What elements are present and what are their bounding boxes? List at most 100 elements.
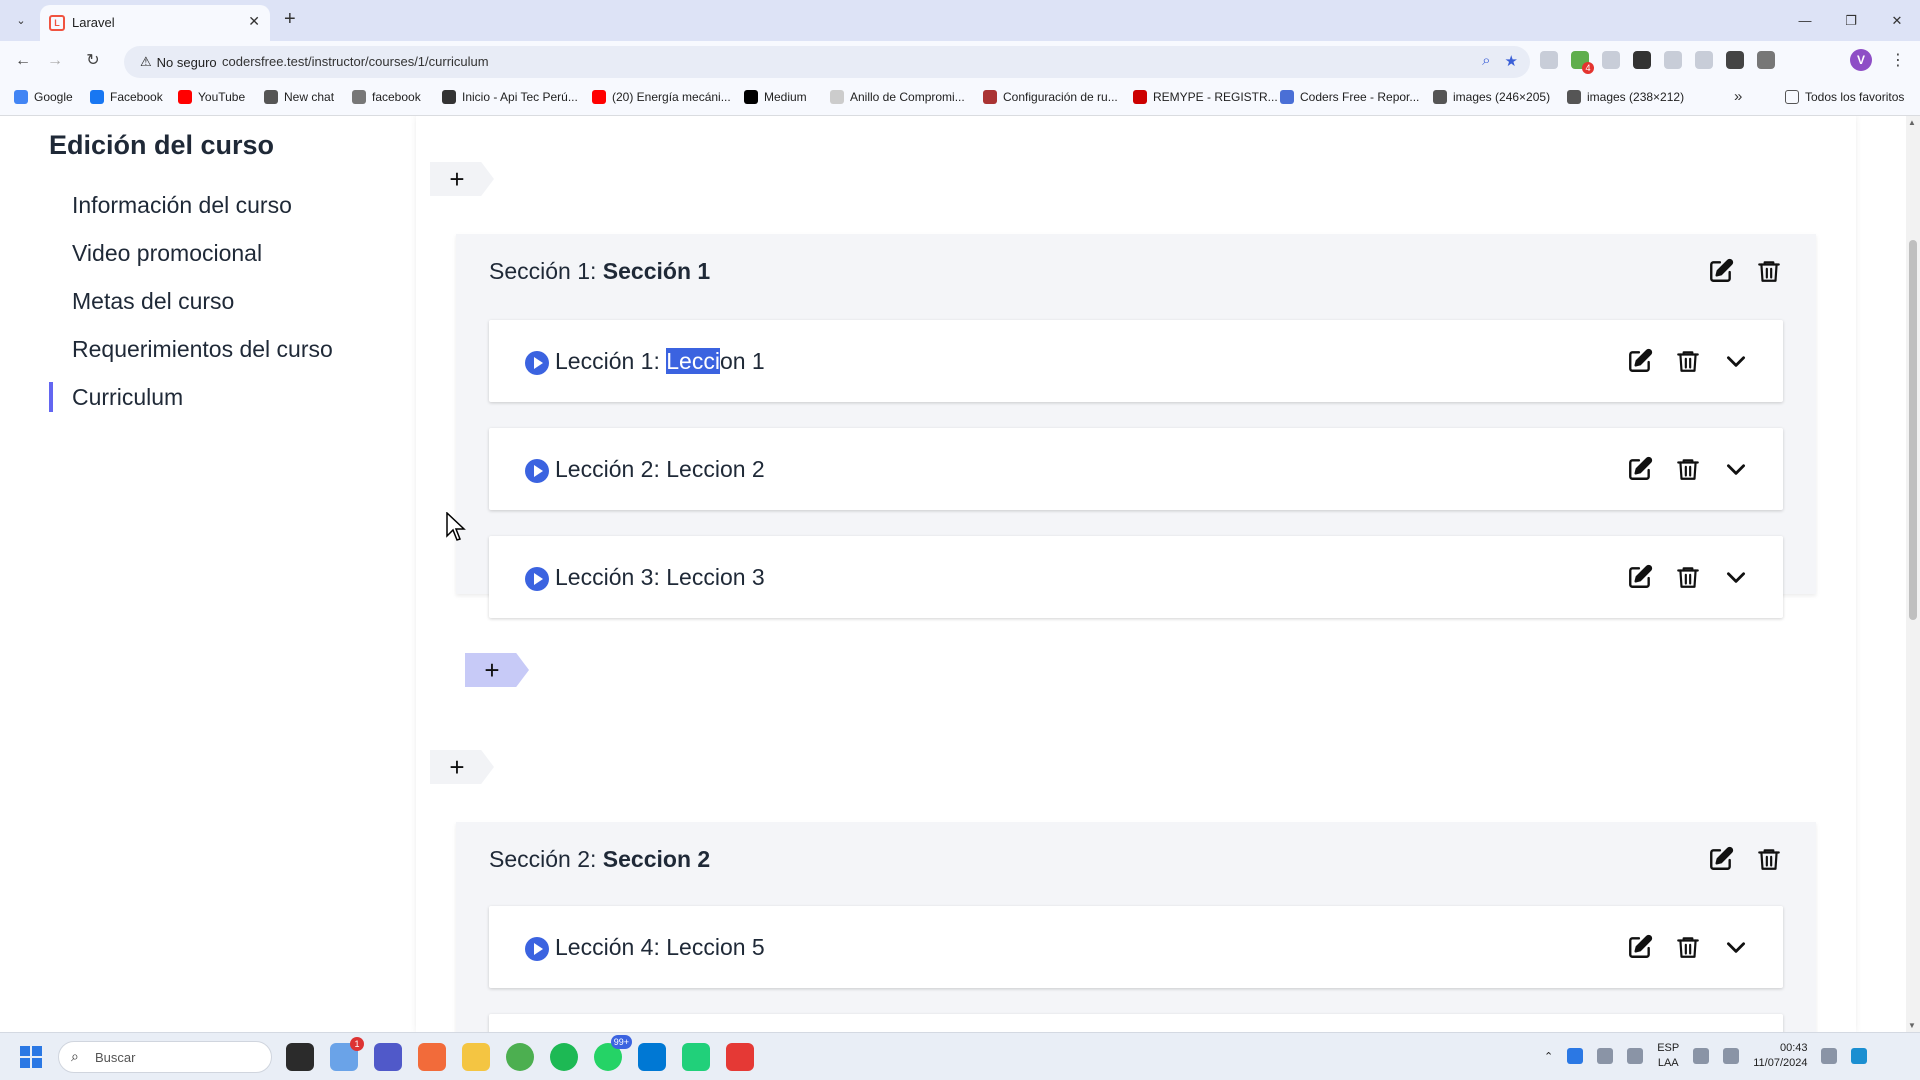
- close-window-icon[interactable]: ✕: [1874, 0, 1920, 41]
- bookmark-item[interactable]: Configuración de ru...: [983, 90, 1118, 104]
- sync-icon[interactable]: [1597, 1048, 1614, 1064]
- bookmark-item[interactable]: Inicio - Api Tec Perú...: [442, 90, 578, 104]
- bookmark-star-icon[interactable]: ★: [1505, 52, 1518, 70]
- eyedropper-icon[interactable]: [1633, 51, 1651, 69]
- notification-center-icon[interactable]: [1821, 1048, 1838, 1064]
- bookmark-item[interactable]: New chat: [264, 90, 334, 104]
- all-bookmarks[interactable]: Todos los favoritos: [1785, 90, 1904, 104]
- bookmark-item[interactable]: facebook: [352, 90, 421, 104]
- trash-icon[interactable]: [1675, 348, 1701, 374]
- bookmark-item[interactable]: Google: [14, 90, 73, 104]
- task-view-icon[interactable]: [286, 1043, 314, 1071]
- trash-icon[interactable]: [1675, 456, 1701, 482]
- bookmark-item[interactable]: YouTube: [178, 90, 245, 104]
- bookmark-item[interactable]: Medium: [744, 90, 807, 104]
- reload-icon[interactable]: ↻: [82, 50, 104, 72]
- vscode-icon[interactable]: [638, 1043, 666, 1071]
- sidebar-item-requerimientos-del-curso[interactable]: Requerimientos del curso: [49, 334, 379, 382]
- lesson-actions: [1627, 348, 1749, 374]
- section-card: Sección 1: Sección 1 Lección 1: Leccion …: [456, 234, 1816, 618]
- edit-icon[interactable]: [1627, 456, 1653, 482]
- language-indicator[interactable]: ESP LAA: [1657, 1041, 1679, 1071]
- bookmark-item[interactable]: (20) Energía mecáni...: [592, 90, 731, 104]
- tab-search-chevron-icon[interactable]: ⌄: [10, 10, 32, 32]
- trash-icon[interactable]: [1675, 564, 1701, 590]
- edit-icon[interactable]: [1627, 564, 1653, 590]
- chevron-down-icon[interactable]: [1723, 348, 1749, 374]
- minimize-icon[interactable]: —: [1782, 0, 1828, 41]
- qr-icon[interactable]: [1726, 51, 1744, 69]
- browser-tab[interactable]: L Laravel ✕: [40, 5, 270, 41]
- sidebar-item-informaci-n-del-curso[interactable]: Información del curso: [49, 190, 379, 238]
- menu-icon[interactable]: ⋮: [1890, 50, 1906, 70]
- sidebar-item-curriculum[interactable]: Curriculum: [49, 382, 379, 430]
- clock[interactable]: 00:43 11/07/2024: [1753, 1041, 1807, 1071]
- back-icon[interactable]: ←: [12, 50, 34, 72]
- sidebar-item-video-promocional[interactable]: Video promocional: [49, 238, 379, 286]
- chevron-down-icon[interactable]: [1723, 564, 1749, 590]
- new-tab-icon[interactable]: +: [284, 8, 296, 31]
- scroll-up-icon[interactable]: ▲: [1908, 118, 1916, 127]
- bookmark-label: (20) Energía mecáni...: [612, 90, 731, 104]
- bookmark-item[interactable]: images (246×205): [1433, 90, 1550, 104]
- profile-avatar[interactable]: V: [1850, 49, 1872, 71]
- chevron-up-icon[interactable]: ⌃: [1544, 1050, 1553, 1063]
- trash-icon[interactable]: [1756, 846, 1782, 872]
- trash-icon[interactable]: [1675, 934, 1701, 960]
- extension-icon[interactable]: [1540, 51, 1558, 69]
- xampp-icon[interactable]: [418, 1043, 446, 1071]
- add-lesson-button[interactable]: +: [465, 653, 529, 687]
- add-section-button[interactable]: +: [430, 162, 494, 196]
- microphone-icon[interactable]: [1627, 1048, 1644, 1064]
- section-name: Seccion 2: [602, 846, 711, 872]
- edit-icon[interactable]: [1708, 258, 1734, 284]
- extension-icon[interactable]: [1664, 51, 1682, 69]
- more-bookmarks-icon[interactable]: »: [1734, 88, 1742, 105]
- bookmark-item[interactable]: Facebook: [90, 90, 163, 104]
- chevron-down-icon[interactable]: [1723, 934, 1749, 960]
- page-scrollbar[interactable]: ▲ ▼: [1906, 116, 1920, 1032]
- bookmark-item[interactable]: images (238×212): [1567, 90, 1684, 104]
- bookmark-item[interactable]: Coders Free - Repor...: [1280, 90, 1419, 104]
- puzzle-icon[interactable]: [1757, 51, 1775, 69]
- extension-icon[interactable]: [1695, 51, 1713, 69]
- notifications-app-icon[interactable]: 1: [330, 1037, 364, 1071]
- file-explorer-icon[interactable]: [462, 1043, 490, 1071]
- extension-icon[interactable]: [1571, 51, 1594, 74]
- sidebar-item-metas-del-curso[interactable]: Metas del curso: [49, 286, 379, 334]
- chrome-icon[interactable]: [506, 1043, 534, 1071]
- volume-icon[interactable]: [1723, 1048, 1740, 1064]
- add-section-button[interactable]: +: [430, 750, 494, 784]
- windows-start-icon[interactable]: [20, 1046, 42, 1068]
- edit-icon[interactable]: [1627, 934, 1653, 960]
- bookmark-item[interactable]: REMYPE - REGISTR...: [1133, 90, 1278, 104]
- bookmark-item[interactable]: Anillo de Compromi...: [830, 90, 965, 104]
- close-tab-icon[interactable]: ✕: [248, 13, 260, 30]
- copilot-icon[interactable]: [1851, 1048, 1868, 1064]
- spotify-icon[interactable]: [550, 1043, 578, 1071]
- restore-icon[interactable]: ❐: [1828, 0, 1874, 41]
- whatsapp-icon[interactable]: 99+: [594, 1035, 632, 1071]
- scroll-thumb[interactable]: [1909, 240, 1917, 620]
- url-text[interactable]: codersfree.test/instructor/courses/1/cur…: [222, 54, 489, 69]
- edit-icon[interactable]: [1627, 348, 1653, 374]
- bookmark-favicon-icon: [352, 90, 366, 104]
- chevron-down-icon[interactable]: [1723, 456, 1749, 482]
- wifi-icon[interactable]: [1693, 1048, 1710, 1064]
- app-icon[interactable]: [682, 1043, 710, 1071]
- trash-icon[interactable]: [1756, 258, 1782, 284]
- teams-icon[interactable]: [374, 1043, 402, 1071]
- tab-strip: ⌄ L Laravel ✕ + — ❐ ✕: [0, 0, 1920, 41]
- extensions-bar: [1540, 51, 1775, 74]
- extension-icon[interactable]: [1602, 51, 1620, 69]
- play-circle-icon: [525, 351, 549, 375]
- address-bar[interactable]: ⚠ No seguro codersfree.test/instructor/c…: [124, 46, 1530, 78]
- security-chip[interactable]: ⚠ No seguro: [132, 50, 225, 74]
- edit-icon[interactable]: [1708, 846, 1734, 872]
- scroll-down-icon[interactable]: ▼: [1908, 1021, 1916, 1030]
- forward-icon[interactable]: →: [44, 50, 66, 72]
- taskbar-search[interactable]: ⌕ Buscar: [58, 1041, 272, 1073]
- onedrive-icon[interactable]: [1567, 1048, 1584, 1064]
- app-icon[interactable]: [726, 1043, 754, 1071]
- zoom-icon[interactable]: ⌕: [1482, 52, 1490, 70]
